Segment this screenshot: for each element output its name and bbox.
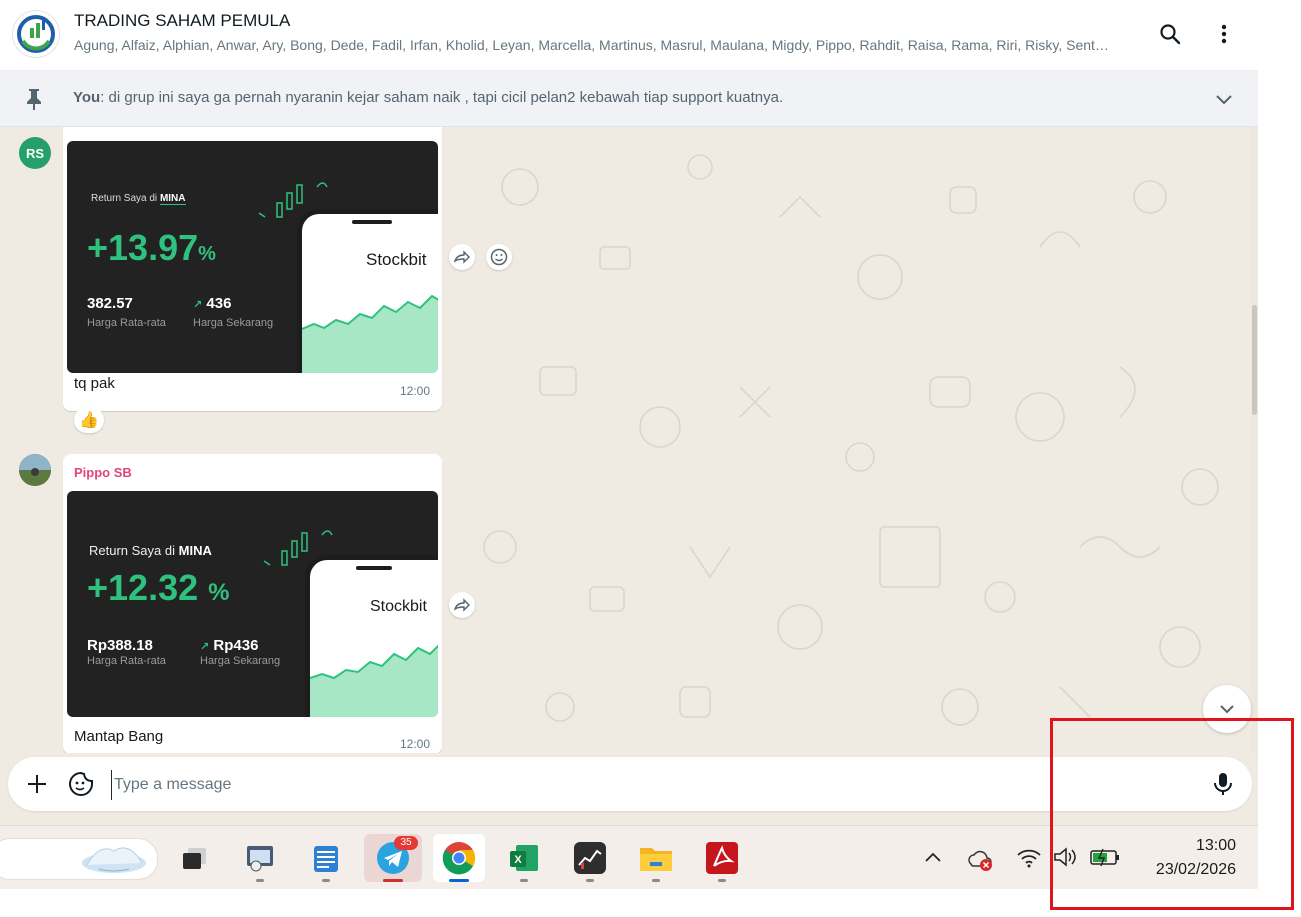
excel-icon: X [510,845,538,871]
card-percent: +12.32 % [87,567,229,609]
taskbar-app-file-explorer[interactable] [632,834,680,882]
plus-icon [28,775,46,793]
pinned-message-bar[interactable]: You: di grup ini saya ga pernah nyaranin… [0,71,1258,127]
stockbit-return-card[interactable]: Return Saya di MINA +12.32 % Rp388.18 Ha… [67,491,438,717]
search-icon [1160,24,1181,45]
card-current-price-value: Rp436 [213,637,259,654]
card-brand: Stockbit [366,250,427,269]
taskbar-app-chart[interactable] [566,834,614,882]
card-ticker: MINA [159,193,186,205]
sender-name[interactable]: Pippo SB [74,465,132,480]
forward-button[interactable] [449,244,475,270]
taskbar-app-chrome[interactable] [433,834,485,882]
search-button[interactable] [1154,18,1186,50]
card-current-label: Harga Sekarang [200,655,281,667]
group-avatar[interactable] [12,10,60,58]
phone-mockup: Stockbit [297,209,438,373]
sender-avatar[interactable]: RS [19,137,51,169]
forward-icon [454,250,470,264]
card-avg-label: Harga Rata-rata [87,317,166,329]
svg-text:X: X [514,854,522,866]
chrome-icon [442,842,476,875]
taskbar-app-telegram[interactable]: 35 [364,834,422,882]
card-avg-label: Harga Rata-rata [87,655,166,667]
chevron-down-icon [1220,705,1234,714]
chevron-up-icon[interactable] [922,846,944,873]
task-view-icon [183,848,206,869]
mini-area-chart [302,294,438,373]
pinned-message-text: You: di grup ini saya ga pernah nyaranin… [73,89,783,106]
highlight-annotation-box [1050,718,1294,910]
chat-scrollbar-track[interactable] [1251,127,1258,753]
card-label-prefix: Return Saya di [91,193,158,204]
message-text: tq pak [74,375,115,392]
remote-desktop-icon [247,846,273,872]
message-text: Mantap Bang [74,728,164,745]
react-button[interactable] [486,244,512,270]
emoji-icon [490,248,508,266]
attach-button[interactable] [24,771,50,802]
card-avg-price: Rp388.18 [87,637,153,654]
message-reaction[interactable]: 👍 [74,407,104,433]
sticker-button[interactable] [67,770,95,803]
card-percent-value: +12.32 [87,567,199,608]
notepad-icon [314,846,338,872]
taskbar-app-excel[interactable]: X [500,834,548,882]
pin-icon [24,87,44,116]
message-time: 12:00 [400,737,431,751]
more-vertical-icon [1221,24,1227,44]
taskbar-app-remote[interactable] [236,834,284,882]
message-input[interactable] [111,770,1176,800]
telegram-unread-badge: 35 [394,836,418,850]
pinned-author: You [73,89,101,106]
onedrive-error-icon[interactable] [966,848,994,877]
forward-button[interactable] [449,592,475,618]
folder-icon [640,848,672,871]
avatar-photo [19,454,51,486]
sender-avatar-photo[interactable] [19,454,51,486]
chat-scrollbar-thumb[interactable] [1252,305,1257,415]
card-ticker: MINA [178,543,212,558]
card-avg-price: 382.57 [87,295,133,312]
card-label: Return Saya di MINA [89,543,212,558]
card-percent-sign: % [198,243,216,265]
mini-area-chart [310,644,438,717]
chat-messages-area[interactable]: RS Return Saya di MINA +13.97% 382.57 Ha… [0,127,1258,753]
card-percent-sign: % [208,579,230,606]
taskbar-app-notepad[interactable] [302,834,350,882]
card-brand: Stockbit [370,598,427,615]
acrobat-icon [706,842,738,874]
task-view-button[interactable] [170,834,218,882]
taskbar-app-acrobat[interactable] [698,834,746,882]
group-members: Agung, Alfaiz, Alphian, Anwar, Ary, Bong… [74,37,1109,53]
card-percent: +13.97% [87,227,216,269]
card-current-price-value: 436 [206,295,232,312]
taskbar-search[interactable] [0,838,158,880]
chevron-down-icon[interactable] [1212,87,1236,116]
chat-header[interactable]: TRADING SAHAM PEMULA Agung, Alfaiz, Alph… [0,0,1258,71]
message-time: 12:00 [400,384,431,398]
pinned-body: : di grup ini saya ga pernah nyaranin ke… [100,89,784,106]
card-percent-value: +13.97 [87,227,199,268]
forward-icon [454,598,470,612]
card-current-price: ↗ Rp436 [200,637,259,654]
phone-mockup: Stockbit [305,555,438,717]
menu-button[interactable] [1208,18,1240,50]
group-logo-icon [17,15,55,53]
stockbit-return-card[interactable]: Return Saya di MINA +13.97% 382.57 Harga… [67,141,438,373]
card-label-prefix: Return Saya di [89,543,175,558]
search-highlight-icon [82,847,146,873]
wifi-icon[interactable] [1016,846,1042,873]
card-current-price: ↗ 436 [193,295,232,312]
message-bubble[interactable]: Pippo SB Return Saya di MINA +12.32 % Rp… [63,454,442,753]
message-bubble[interactable]: Return Saya di MINA +13.97% 382.57 Harga… [63,127,442,411]
chart-app-icon [574,842,606,874]
card-current-label: Harga Sekarang [193,317,274,329]
sticker-icon [69,771,93,796]
group-title: TRADING SAHAM PEMULA [74,11,291,30]
card-label: Return Saya di MINA [91,193,186,205]
